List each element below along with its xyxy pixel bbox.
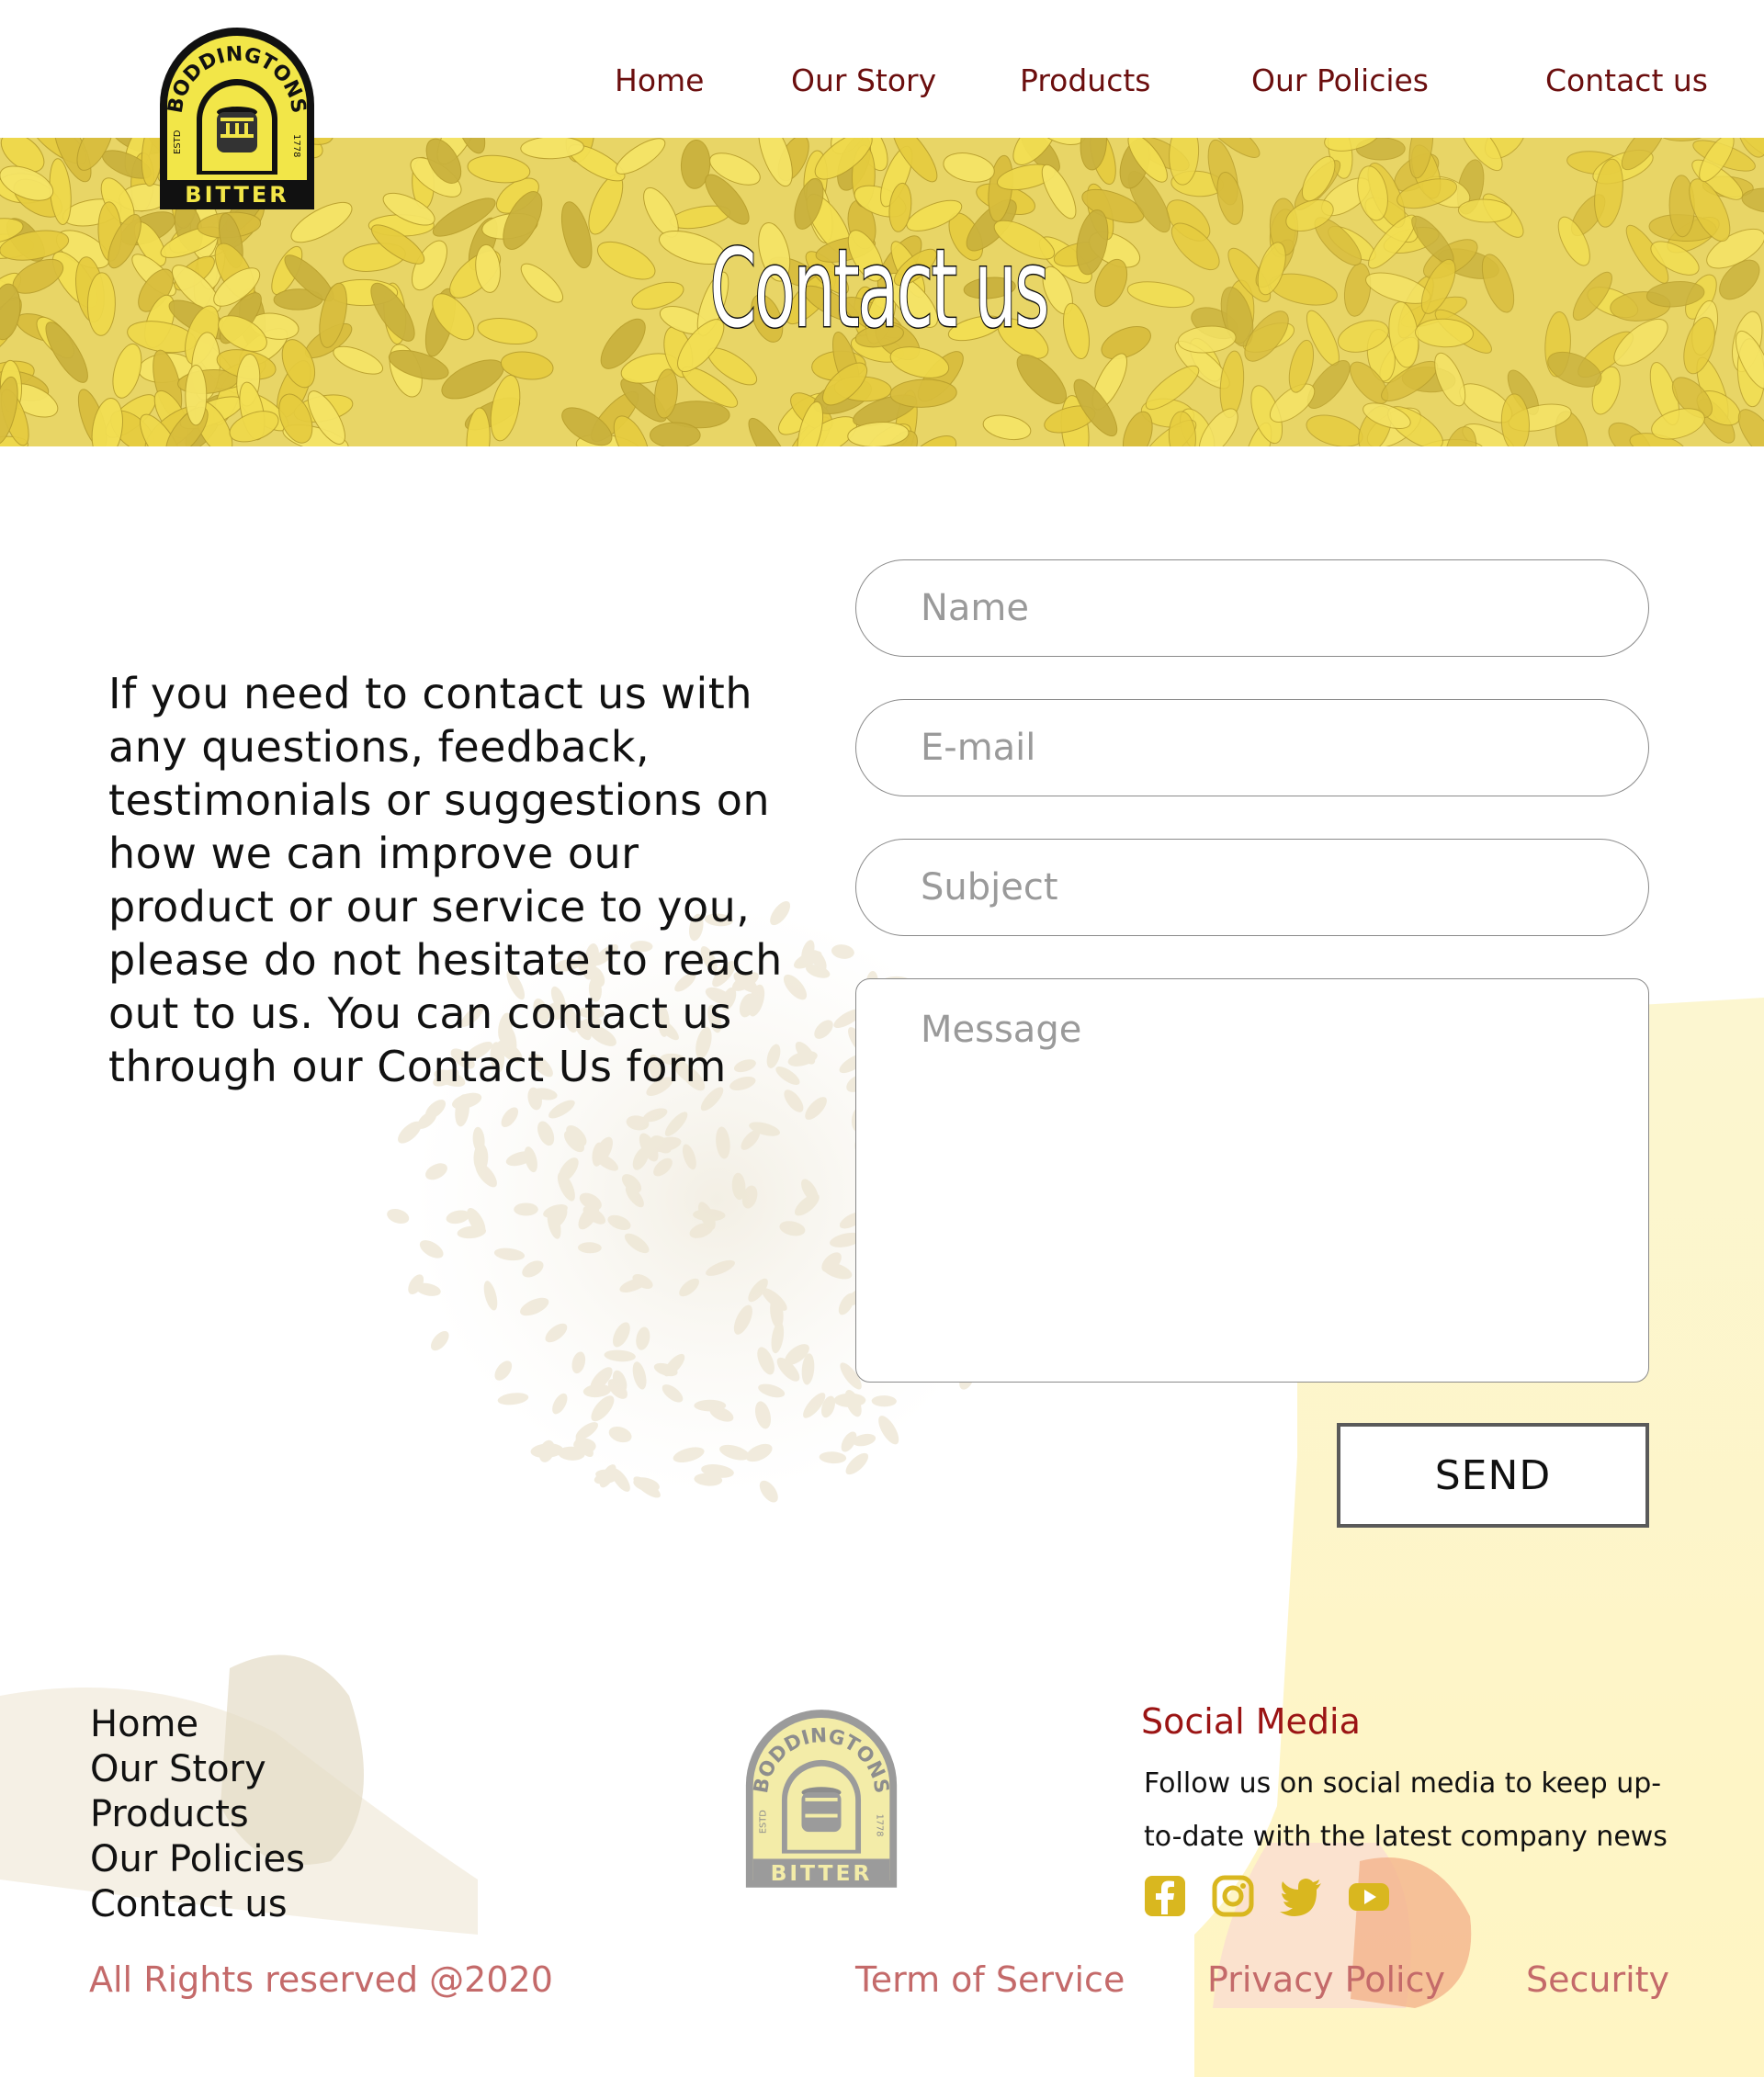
footer-link-our-story[interactable]: Our Story bbox=[90, 1747, 305, 1792]
barley-grain bbox=[943, 152, 995, 183]
barrel-icon bbox=[801, 1787, 842, 1833]
message-textarea[interactable] bbox=[855, 978, 1649, 1383]
svg-text:BITTER: BITTER bbox=[185, 182, 288, 208]
social-media-description: Follow us on social media to keep up-to-… bbox=[1144, 1767, 1668, 1853]
social-media-heading: Social Media bbox=[1141, 1701, 1361, 1742]
barley-grain bbox=[467, 154, 531, 184]
grain-pile-kernel bbox=[694, 1399, 727, 1412]
copyright-text: All Rights reserved @2020 bbox=[89, 1959, 553, 2000]
footer-link-products[interactable]: Products bbox=[90, 1792, 305, 1837]
footer-link-contact-us[interactable]: Contact us bbox=[90, 1882, 305, 1927]
contact-intro-text: If you need to contact us with any quest… bbox=[108, 669, 783, 1091]
barley-grain bbox=[45, 322, 88, 383]
svg-text:1778: 1778 bbox=[875, 1814, 885, 1837]
barley-grain bbox=[185, 365, 208, 426]
facebook-icon[interactable] bbox=[1143, 1874, 1187, 1918]
footer-nav: Home Our Story Products Our Policies Con… bbox=[90, 1702, 305, 1927]
youtube-icon[interactable] bbox=[1347, 1874, 1391, 1918]
email-input[interactable] bbox=[855, 699, 1649, 796]
svg-text:ESTD: ESTD bbox=[173, 130, 183, 154]
footer-link-our-policies[interactable]: Our Policies bbox=[90, 1837, 305, 1882]
footer-logo: BITTER BODDINGTONS ESTD 1778 bbox=[745, 1710, 898, 1888]
svg-text:BITTER: BITTER bbox=[771, 1860, 873, 1886]
nav-our-policies[interactable]: Our Policies bbox=[1251, 62, 1429, 98]
barrel-icon bbox=[217, 107, 257, 152]
grain-pile-kernel bbox=[387, 1208, 410, 1225]
brand-logo[interactable]: BITTER BODDINGTONS ESTD 1778 bbox=[154, 17, 320, 219]
name-input[interactable] bbox=[855, 559, 1649, 657]
footer-link-home[interactable]: Home bbox=[90, 1702, 305, 1747]
twitter-icon[interactable] bbox=[1279, 1874, 1323, 1918]
terms-of-service-link[interactable]: Term of Service bbox=[855, 1959, 1125, 2000]
barley-grain bbox=[1306, 414, 1363, 446]
barley-grain bbox=[615, 138, 666, 175]
nav-products[interactable]: Products bbox=[1020, 62, 1151, 98]
send-button[interactable]: SEND bbox=[1337, 1423, 1649, 1528]
subject-input[interactable] bbox=[855, 839, 1649, 936]
barley-grain bbox=[982, 414, 1032, 441]
svg-text:1778: 1778 bbox=[291, 134, 301, 157]
page-title: Contact us bbox=[708, 224, 1050, 354]
social-icons bbox=[1143, 1874, 1391, 1918]
grain-pile-kernel bbox=[514, 1202, 538, 1216]
instagram-icon[interactable] bbox=[1211, 1874, 1255, 1918]
barley-grain bbox=[650, 422, 701, 446]
nav-our-story[interactable]: Our Story bbox=[791, 62, 936, 98]
svg-text:ESTD: ESTD bbox=[758, 1810, 768, 1834]
nav-contact-us[interactable]: Contact us bbox=[1545, 62, 1708, 98]
nav-home[interactable]: Home bbox=[615, 62, 704, 98]
privacy-policy-link[interactable]: Privacy Policy bbox=[1207, 1959, 1445, 2000]
barley-grain bbox=[889, 378, 957, 408]
security-link[interactable]: Security bbox=[1526, 1959, 1669, 2000]
